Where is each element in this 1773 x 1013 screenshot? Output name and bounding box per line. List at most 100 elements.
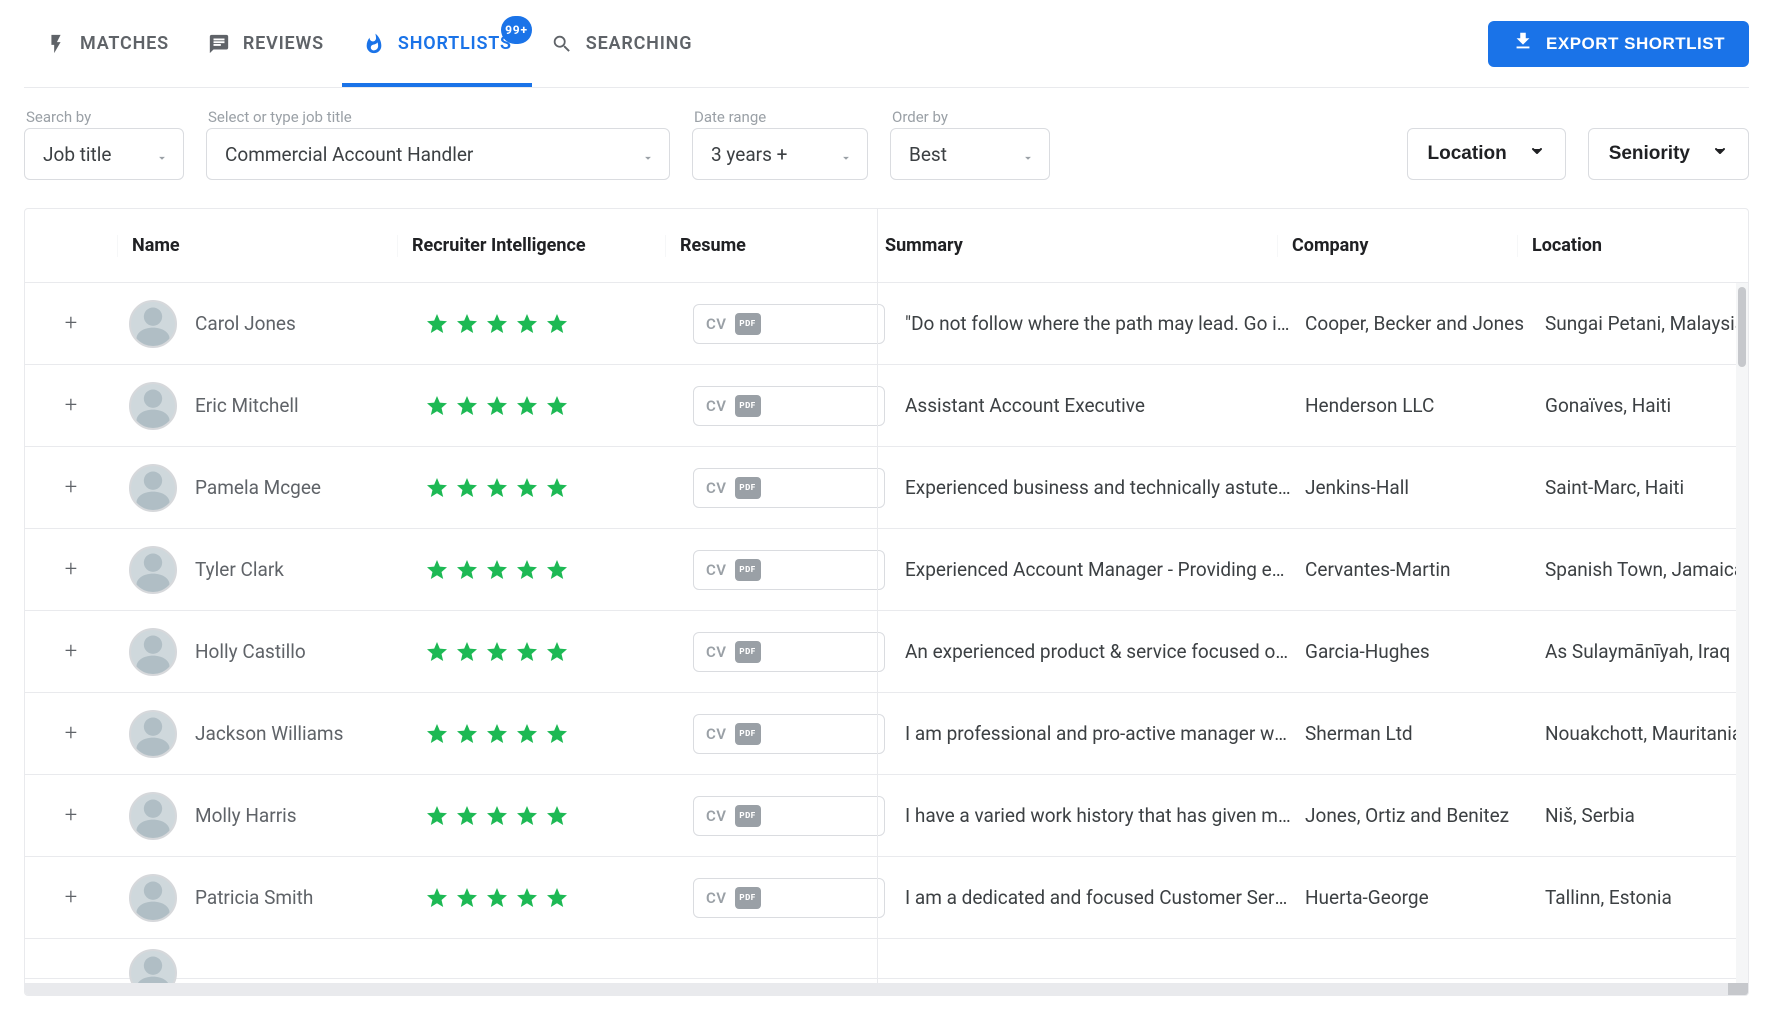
star-icon [425,558,449,582]
scrollbar-thumb[interactable] [1728,983,1748,995]
filters-row: Search by Job title Select or type job t… [24,88,1749,208]
pdf-icon: PDF [735,641,761,663]
company-cell: Cooper, Becker and Jones [1291,312,1531,335]
resume-cell: CVPDF [679,304,885,344]
cv-download-button[interactable]: CVPDF [693,714,885,754]
table-row[interactable] [25,939,1748,979]
star-icon [425,476,449,500]
nav-row: MATCHES REVIEWS SHORTLISTS 99+ SEARCHING… [24,0,1749,88]
col-company-header[interactable]: Company [1277,235,1517,257]
rating-stars [411,804,679,828]
star-icon [515,886,539,910]
star-icon [485,640,509,664]
resume-cell: CVPDF [679,714,885,754]
expand-row-button[interactable]: + [25,721,117,746]
location-cell: Spanish Town, Jamaica [1531,558,1748,581]
star-icon [515,394,539,418]
pdf-icon: PDF [735,723,761,745]
pdf-icon: PDF [735,559,761,581]
chevron-down-icon [155,147,169,161]
table-row[interactable]: +Molly HarrisCVPDFI have a varied work h… [25,775,1748,857]
avatar [129,628,177,676]
tab-searching[interactable]: SEARCHING [550,0,692,87]
order-by-field: Order by Best [890,108,1050,180]
cv-label: CV [706,807,727,825]
date-range-dropdown[interactable]: 3 years + [692,128,868,180]
field-label: Select or type job title [206,108,670,126]
search-by-dropdown[interactable]: Job title [24,128,184,180]
candidate-name: Patricia Smith [195,886,313,909]
star-icon [485,476,509,500]
expand-row-button[interactable]: + [25,393,117,418]
star-icon [485,394,509,418]
company-cell: Jenkins-Hall [1291,476,1531,499]
rating-stars [411,312,679,336]
horizontal-scrollbar[interactable] [25,983,1748,995]
cv-download-button[interactable]: CVPDF [693,632,885,672]
table-row[interactable]: +Pamela McgeeCVPDFExperienced business a… [25,447,1748,529]
star-icon [515,804,539,828]
star-icon [455,640,479,664]
summary-cell: Assistant Account Executive [885,394,1291,417]
export-shortlist-button[interactable]: EXPORT SHORTLIST [1488,21,1749,67]
candidate-name: Eric Mitchell [195,394,299,417]
table-row[interactable]: + Eric Mitchell CVPDFAssistant Account Exe… [25,365,1748,447]
order-by-dropdown[interactable]: Best [890,128,1050,180]
tab-matches[interactable]: MATCHES [44,0,169,87]
col-resume-header[interactable]: Resume [665,235,871,257]
rating-stars [411,394,679,418]
expand-row-button[interactable]: + [25,311,117,336]
rating-stars [411,476,679,500]
search-by-field: Search by Job title [24,108,184,180]
chevron-down-icon [1529,143,1545,165]
cv-download-button[interactable]: CVPDF [693,550,885,590]
cv-download-button[interactable]: CVPDF [693,386,885,426]
star-icon [485,312,509,336]
pdf-icon: PDF [735,313,761,335]
table-row[interactable]: +Carol JonesCVPDF"Do not follow where th… [25,283,1748,365]
vertical-scrollbar[interactable] [1736,283,1748,983]
expand-row-button[interactable]: + [25,639,117,664]
summary-cell: Experienced Account Manager - Providing … [885,558,1291,581]
expand-row-button[interactable]: + [25,557,117,582]
location-cell: Niš, Serbia [1531,804,1748,827]
col-location-header[interactable]: Location [1517,235,1748,257]
col-name-header[interactable]: Name [117,235,397,257]
candidate-name: Molly Harris [195,804,297,827]
location-cell: Sungai Petani, Malaysia [1531,312,1748,335]
location-filter-button[interactable]: Location [1407,128,1566,180]
expand-row-button[interactable]: + [25,475,117,500]
expand-row-button[interactable]: + [25,885,117,910]
bolt-icon [44,32,68,56]
cv-download-button[interactable]: CVPDF [693,304,885,344]
seniority-filter-button[interactable]: Seniority [1588,128,1749,180]
table-row[interactable]: +Tyler ClarkCVPDFExperienced Account Man… [25,529,1748,611]
col-summary-header[interactable]: Summary [871,235,1277,256]
table-row[interactable]: +Holly CastilloCVPDFAn experienced produ… [25,611,1748,693]
filters-left: Search by Job title Select or type job t… [24,108,1050,180]
resume-cell: CVPDF [679,796,885,836]
tab-shortlists[interactable]: SHORTLISTS 99+ [362,0,512,87]
star-icon [545,722,569,746]
cv-download-button[interactable]: CVPDF [693,878,885,918]
tab-reviews[interactable]: REVIEWS [207,0,324,87]
candidate-name: Pamela Mcgee [195,476,321,499]
cv-download-button[interactable]: CVPDF [693,468,885,508]
job-title-dropdown[interactable]: Commercial Account Handler [206,128,670,180]
rating-stars [411,886,679,910]
rating-stars [411,640,679,664]
table-row[interactable]: +Jackson WilliamsCVPDFI am professional … [25,693,1748,775]
expand-row-button[interactable]: + [25,803,117,828]
company-cell: Henderson LLC [1291,394,1531,417]
cv-download-button[interactable]: CVPDF [693,796,885,836]
col-intel-header[interactable]: Recruiter Intelligence [397,235,665,257]
company-cell: Huerta-George [1291,886,1531,909]
resume-cell: CVPDF [679,468,885,508]
scrollbar-thumb[interactable] [1738,287,1746,367]
avatar [129,710,177,758]
cv-label: CV [706,889,727,907]
pdf-icon: PDF [735,477,761,499]
company-cell: Cervantes-Martin [1291,558,1531,581]
star-icon [545,476,569,500]
star-icon [545,804,569,828]
